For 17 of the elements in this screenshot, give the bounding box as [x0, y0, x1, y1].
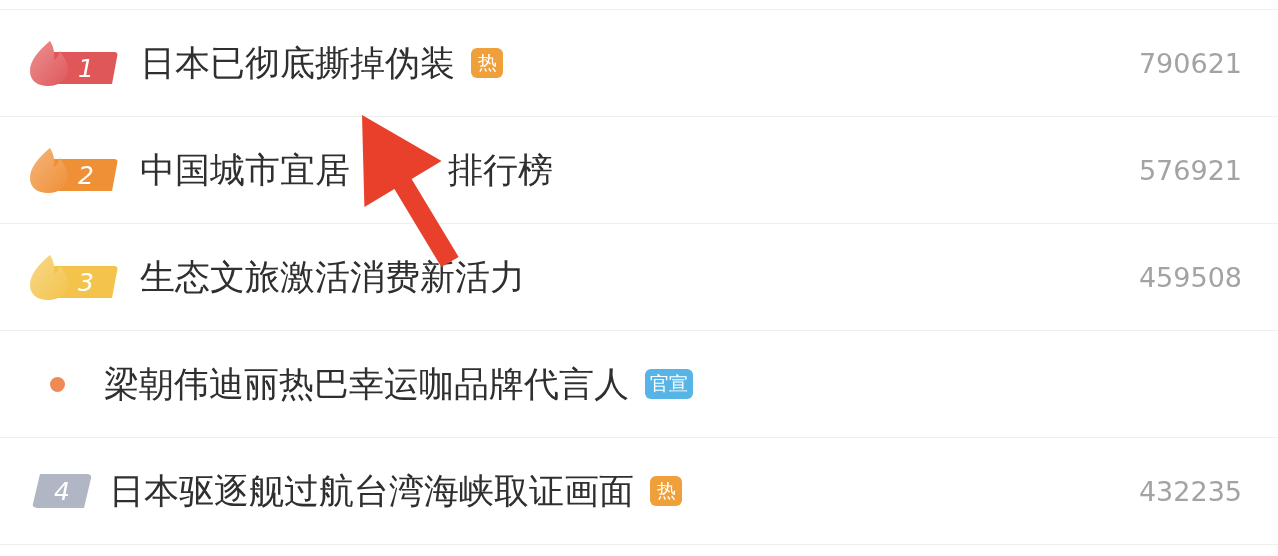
flame-icon [28, 146, 70, 194]
topic-title[interactable]: 生态文旅激活消费新活力 [140, 256, 525, 298]
heat-count: 432235 [1138, 475, 1242, 507]
rank-badge: 4 [32, 474, 92, 508]
heat-count: 576921 [1138, 154, 1242, 186]
topic-title[interactable]: 日本已彻底撕掉伪装 [140, 42, 455, 84]
topic-title[interactable]: 梁朝伟迪丽热巴幸运咖品牌代言人 [104, 363, 629, 405]
topic-title[interactable]: 排行榜 [448, 149, 553, 191]
topic-label: 热 [471, 48, 503, 78]
flame-icon [28, 253, 70, 301]
heat-count: 790621 [1138, 47, 1242, 79]
heat-count: 459508 [1138, 261, 1242, 293]
topic-title[interactable]: 日本驱逐舰过航台湾海峡取证画面 [109, 470, 634, 512]
flame-icon [28, 39, 70, 87]
topic-title[interactable]: 中国城市宜居 [140, 149, 350, 191]
topic-label: 热 [650, 476, 682, 506]
topic-label: 官宣 [645, 369, 693, 399]
